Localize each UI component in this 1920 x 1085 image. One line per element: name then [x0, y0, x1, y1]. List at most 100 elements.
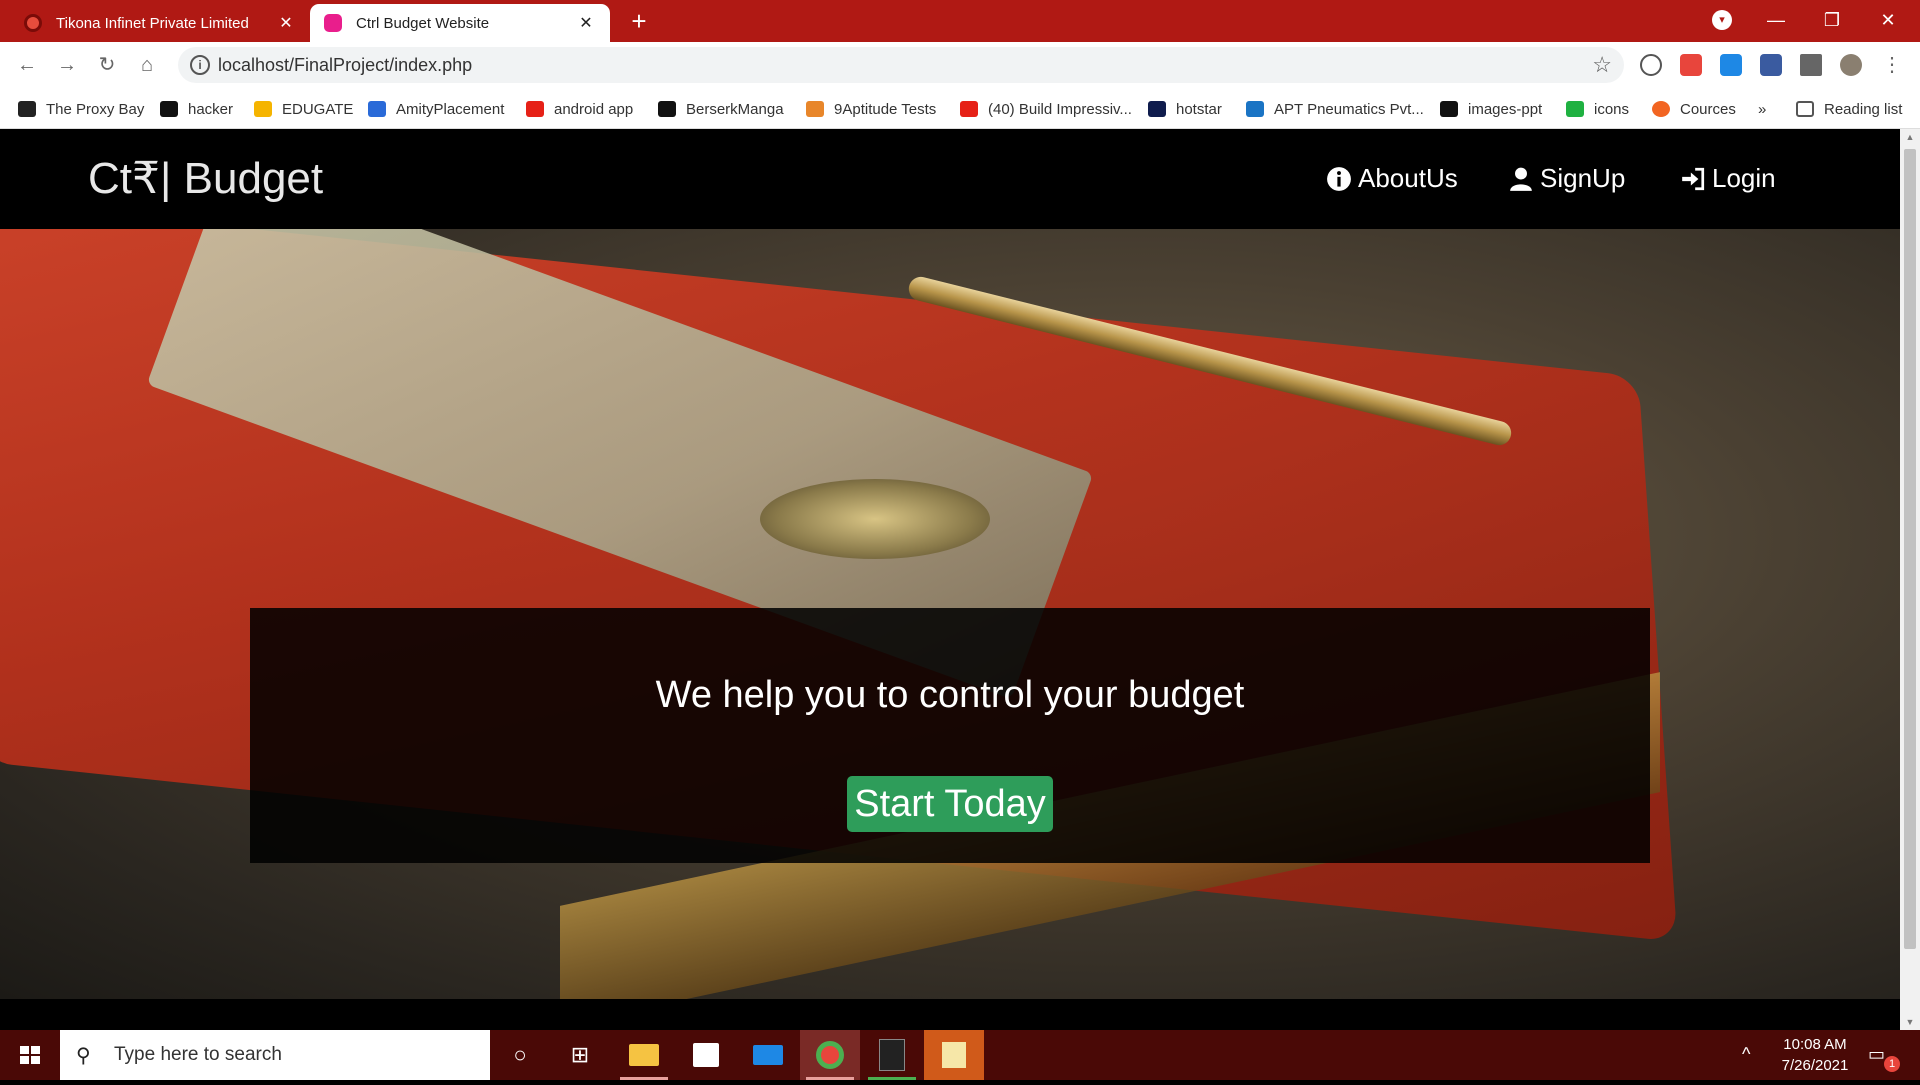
taskbar-clock[interactable]: 10:08 AM 7/26/2021	[1765, 1034, 1865, 1076]
page-scrollbar[interactable]: ▲ ▼	[1900, 129, 1920, 1030]
box-app-icon[interactable]	[924, 1030, 984, 1080]
scroll-down-icon[interactable]: ▼	[1900, 1014, 1920, 1030]
task-view-icon[interactable]: ⊞	[550, 1030, 610, 1080]
address-bar[interactable]: i localhost/FinalProject/index.php ☆	[178, 47, 1624, 83]
shield-extension-icon[interactable]	[1680, 54, 1702, 76]
tab-title: Ctrl Budget Website	[356, 14, 490, 32]
cortana-icon[interactable]: ○	[490, 1030, 550, 1080]
reading-list-button[interactable]: Reading list	[1796, 99, 1902, 119]
chrome-icon[interactable]	[800, 1030, 860, 1080]
block-extension-icon[interactable]	[1640, 54, 1662, 76]
taskbar-search-input[interactable]: ⚲ Type here to search	[60, 1030, 490, 1080]
cube-extension-icon[interactable]	[1760, 54, 1782, 76]
bookmark-item[interactable]: android app	[526, 99, 633, 119]
site-favicon-icon	[324, 14, 342, 32]
web-page: Ct₹| Budget AboutUs SignUp Login We help…	[0, 129, 1900, 1030]
scrollbar-thumb[interactable]	[1904, 149, 1916, 949]
images-icon	[1440, 101, 1458, 117]
bookmark-item[interactable]: images-ppt	[1440, 99, 1542, 119]
w-icon	[806, 101, 824, 117]
icons-icon	[1566, 101, 1584, 117]
bookmarks-bar: The Proxy Bay hacker EDUGATE AmityPlacem…	[0, 89, 1920, 129]
windows-extension-icon[interactable]	[1720, 54, 1742, 76]
browser-tab-bar: Tikona Infinet Private Limited ✕ Ctrl Bu…	[0, 0, 1920, 42]
bookmark-item[interactable]: (40) Build Impressiv...	[960, 99, 1132, 119]
back-icon[interactable]: ←	[12, 50, 42, 80]
reading-list-icon	[1796, 101, 1814, 117]
new-tab-button[interactable]: +	[624, 6, 654, 36]
bookmark-item[interactable]: hacker	[160, 99, 233, 119]
pirate-ship-icon	[18, 101, 36, 117]
user-icon	[1510, 167, 1532, 191]
tab-close-icon[interactable]: ✕	[576, 13, 596, 33]
hacker-icon	[160, 101, 178, 117]
bookmark-item[interactable]: AmityPlacement	[368, 99, 504, 119]
youtube-icon	[960, 101, 978, 117]
search-icon: ⚲	[76, 1044, 91, 1067]
tab-tikona[interactable]: Tikona Infinet Private Limited ✕	[10, 4, 310, 42]
bookmark-item[interactable]: APT Pneumatics Pvt...	[1246, 99, 1424, 119]
profile-avatar[interactable]	[1840, 54, 1862, 76]
notifications-icon[interactable]: ▭	[1868, 1044, 1885, 1065]
tab-close-icon[interactable]: ✕	[276, 13, 296, 33]
clock-date: 7/26/2021	[1781, 1057, 1849, 1074]
mail-icon[interactable]	[738, 1030, 798, 1080]
search-placeholder: Type here to search	[114, 1044, 282, 1065]
nav-login[interactable]: Login	[1680, 163, 1776, 194]
tab-ctrl-budget[interactable]: Ctrl Budget Website ✕	[310, 4, 610, 42]
site-info-icon[interactable]: i	[190, 55, 210, 75]
youtube-icon	[526, 101, 544, 117]
home-icon[interactable]: ⌂	[132, 50, 162, 80]
forward-icon[interactable]: →	[52, 50, 82, 80]
close-window-button[interactable]: ✕	[1860, 0, 1916, 40]
start-today-button[interactable]: Start Today	[847, 776, 1053, 832]
tikona-favicon-icon	[24, 14, 42, 32]
bookmark-item[interactable]: icons	[1566, 99, 1629, 119]
minimize-button[interactable]: —	[1748, 0, 1804, 40]
nav-label: Login	[1712, 163, 1776, 193]
notification-badge: 1	[1884, 1056, 1900, 1072]
nav-sign-up[interactable]: SignUp	[1508, 163, 1625, 194]
bookmark-star-icon[interactable]: ☆	[1592, 52, 1612, 78]
epic-games-icon[interactable]	[862, 1030, 922, 1080]
nav-label: SignUp	[1540, 163, 1626, 193]
tray-chevron-icon[interactable]: ^	[1742, 1044, 1750, 1065]
hero-background: We help you to control your budget Start…	[0, 229, 1900, 999]
browser-toolbar: ← → ↻ ⌂ i localhost/FinalProject/index.p…	[0, 42, 1920, 89]
tab-search-icon[interactable]: ▾	[1712, 10, 1732, 30]
windows-logo-icon	[20, 1046, 40, 1064]
start-button[interactable]	[0, 1030, 60, 1080]
info-icon	[1327, 166, 1351, 191]
nav-label: AboutUs	[1358, 163, 1458, 193]
bookmark-item[interactable]: The Proxy Bay	[18, 99, 144, 119]
hotstar-icon	[1148, 101, 1166, 117]
file-explorer-icon[interactable]	[614, 1030, 674, 1080]
restore-button[interactable]: ❐	[1804, 0, 1860, 40]
puzzle-extensions-icon[interactable]	[1800, 54, 1822, 76]
scroll-up-icon[interactable]: ▲	[1900, 129, 1920, 145]
site-brand[interactable]: Ct₹| Budget	[88, 153, 323, 204]
bookmark-item[interactable]: Cources	[1652, 99, 1736, 119]
store-icon[interactable]	[676, 1030, 736, 1080]
clock-time: 10:08 AM	[1783, 1036, 1847, 1053]
url-text[interactable]: localhost/FinalProject/index.php	[218, 55, 472, 76]
bookmarks-overflow-button[interactable]: »	[1758, 99, 1766, 119]
reload-icon[interactable]: ↻	[92, 50, 122, 80]
bookmark-item[interactable]: hotstar	[1148, 99, 1222, 119]
apt-icon	[1246, 101, 1264, 117]
windows-taskbar: ⚲ Type here to search ○ ⊞ ^ 10:08 AM 7/2…	[0, 1030, 1920, 1080]
bookmark-item[interactable]: 9Aptitude Tests	[806, 99, 936, 119]
bookmark-item[interactable]: EDUGATE	[254, 99, 353, 119]
coin-image	[760, 479, 990, 559]
site-navbar: Ct₹| Budget AboutUs SignUp Login	[0, 129, 1900, 229]
login-icon	[1682, 167, 1705, 190]
mc-icon	[658, 101, 676, 117]
amity-shield-icon	[368, 101, 386, 117]
cources-icon	[1652, 101, 1670, 117]
menu-kebab-icon[interactable]: ⋮	[1880, 50, 1904, 80]
bookmark-item[interactable]: BerserkManga	[658, 99, 784, 119]
tab-title: Tikona Infinet Private Limited	[56, 14, 249, 32]
edugate-icon	[254, 101, 272, 117]
nav-about-us[interactable]: AboutUs	[1326, 163, 1458, 194]
hero-headline: We help you to control your budget	[655, 674, 1245, 716]
